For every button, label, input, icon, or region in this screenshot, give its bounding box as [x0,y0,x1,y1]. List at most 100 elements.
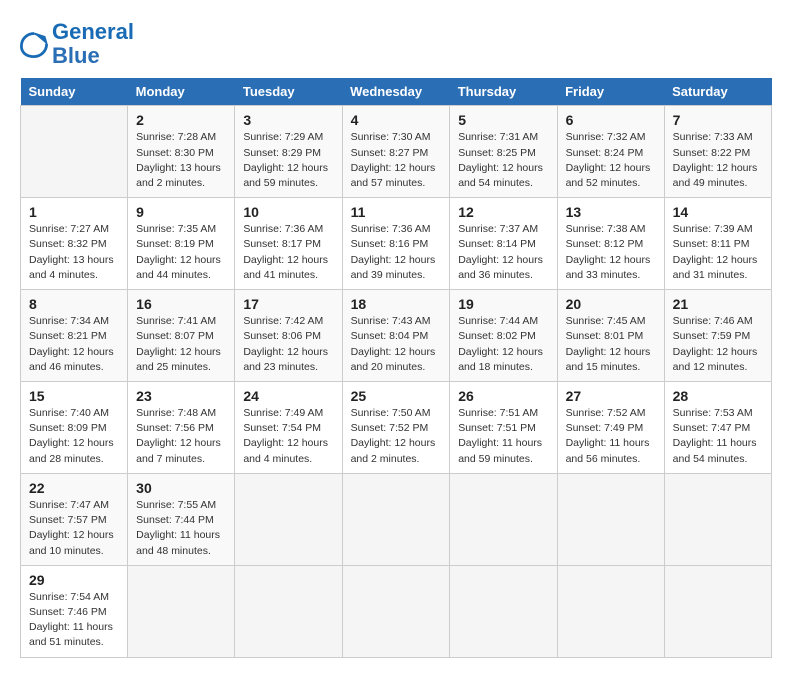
day-number: 14 [673,204,763,220]
calendar-cell: 14 Sunrise: 7:39 AMSunset: 8:11 PMDayligh… [664,198,771,290]
calendar-cell [128,565,235,657]
day-detail: Sunrise: 7:51 AMSunset: 7:51 PMDaylight:… [458,406,548,467]
day-detail: Sunrise: 7:33 AMSunset: 8:22 PMDaylight:… [673,130,763,191]
day-number: 1 [29,204,119,220]
day-number: 24 [243,388,333,404]
day-number: 25 [351,388,442,404]
calendar-cell [664,473,771,565]
calendar-cell: 18Sunrise: 7:43 AMSunset: 8:04 PMDayligh… [342,290,450,382]
weekday-header-thursday: Thursday [450,78,557,106]
day-detail: Sunrise: 7:38 AMSunset: 8:12 PMDaylight:… [566,222,656,283]
day-detail: Sunrise: 7:32 AMSunset: 8:24 PMDaylight:… [566,130,656,191]
calendar-cell [557,565,664,657]
weekday-header-sunday: Sunday [21,78,128,106]
day-number: 26 [458,388,548,404]
logo-icon [20,30,48,58]
logo: GeneralBlue [20,20,134,68]
calendar-cell [450,473,557,565]
weekday-header-tuesday: Tuesday [235,78,342,106]
day-number: 7 [673,112,763,128]
day-detail: Sunrise: 7:36 AMSunset: 8:17 PMDaylight:… [243,222,333,283]
day-detail: Sunrise: 7:52 AMSunset: 7:49 PMDaylight:… [566,406,656,467]
calendar-table: SundayMondayTuesdayWednesdayThursdayFrid… [20,78,772,657]
calendar-cell: 7 Sunrise: 7:33 AMSunset: 8:22 PMDaylight… [664,106,771,198]
day-number: 23 [136,388,226,404]
day-number: 27 [566,388,656,404]
calendar-cell: 6Sunrise: 7:32 AMSunset: 8:24 PMDaylight… [557,106,664,198]
day-number: 11 [351,204,442,220]
day-detail: Sunrise: 7:45 AMSunset: 8:01 PMDaylight:… [566,314,656,375]
day-detail: Sunrise: 7:35 AMSunset: 8:19 PMDaylight:… [136,222,226,283]
calendar-cell [21,106,128,198]
weekday-header-row: SundayMondayTuesdayWednesdayThursdayFrid… [21,78,772,106]
calendar-cell: 29Sunrise: 7:54 AMSunset: 7:46 PMDayligh… [21,565,128,657]
calendar-week-row: 22 Sunrise: 7:47 AMSunset: 7:57 PMDayligh… [21,473,772,565]
day-number: 3 [243,112,333,128]
day-number: 17 [243,296,333,312]
day-number: 2 [136,112,226,128]
day-number: 8 [29,296,119,312]
day-number: 15 [29,388,119,404]
day-detail: Sunrise: 7:41 AMSunset: 8:07 PMDaylight:… [136,314,226,375]
day-detail: Sunrise: 7:47 AMSunset: 7:57 PMDaylight:… [29,498,119,559]
calendar-cell: 15 Sunrise: 7:40 AMSunset: 8:09 PMDayligh… [21,382,128,474]
calendar-cell: 3 Sunrise: 7:29 AMSunset: 8:29 PMDaylight… [235,106,342,198]
calendar-cell: 9 Sunrise: 7:35 AMSunset: 8:19 PMDaylight… [128,198,235,290]
calendar-cell [450,565,557,657]
day-detail: Sunrise: 7:46 AMSunset: 7:59 PMDaylight:… [673,314,763,375]
calendar-cell: 24 Sunrise: 7:49 AMSunset: 7:54 PMDayligh… [235,382,342,474]
weekday-header-monday: Monday [128,78,235,106]
calendar-cell: 16Sunrise: 7:41 AMSunset: 8:07 PMDayligh… [128,290,235,382]
day-detail: Sunrise: 7:37 AMSunset: 8:14 PMDaylight:… [458,222,548,283]
calendar-cell: 17 Sunrise: 7:42 AMSunset: 8:06 PMDayligh… [235,290,342,382]
day-detail: Sunrise: 7:55 AMSunset: 7:44 PMDaylight:… [136,498,226,559]
calendar-cell: 27 Sunrise: 7:52 AMSunset: 7:49 PMDayligh… [557,382,664,474]
day-detail: Sunrise: 7:31 AMSunset: 8:25 PMDaylight:… [458,130,548,191]
day-number: 28 [673,388,763,404]
calendar-cell: 2 Sunrise: 7:28 AMSunset: 8:30 PMDaylight… [128,106,235,198]
day-number: 9 [136,204,226,220]
day-number: 20 [566,296,656,312]
day-number: 10 [243,204,333,220]
calendar-cell: 30 Sunrise: 7:55 AMSunset: 7:44 PMDayligh… [128,473,235,565]
calendar-cell [235,473,342,565]
calendar-cell: 10 Sunrise: 7:36 AMSunset: 8:17 PMDayligh… [235,198,342,290]
calendar-cell: 1 Sunrise: 7:27 AMSunset: 8:32 PMDaylight… [21,198,128,290]
day-detail: Sunrise: 7:44 AMSunset: 8:02 PMDaylight:… [458,314,548,375]
calendar-cell: 25Sunrise: 7:50 AMSunset: 7:52 PMDayligh… [342,382,450,474]
day-detail: Sunrise: 7:40 AMSunset: 8:09 PMDaylight:… [29,406,119,467]
calendar-cell: 26 Sunrise: 7:51 AMSunset: 7:51 PMDayligh… [450,382,557,474]
calendar-cell: 22 Sunrise: 7:47 AMSunset: 7:57 PMDayligh… [21,473,128,565]
calendar-cell: 11 Sunrise: 7:36 AMSunset: 8:16 PMDayligh… [342,198,450,290]
day-detail: Sunrise: 7:30 AMSunset: 8:27 PMDaylight:… [351,130,442,191]
calendar-cell [342,565,450,657]
calendar-week-row: 15 Sunrise: 7:40 AMSunset: 8:09 PMDayligh… [21,382,772,474]
calendar-cell: 19Sunrise: 7:44 AMSunset: 8:02 PMDayligh… [450,290,557,382]
calendar-cell: 8Sunrise: 7:34 AMSunset: 8:21 PMDaylight… [21,290,128,382]
day-number: 21 [673,296,763,312]
weekday-header-saturday: Saturday [664,78,771,106]
day-number: 30 [136,480,226,496]
day-detail: Sunrise: 7:48 AMSunset: 7:56 PMDaylight:… [136,406,226,467]
calendar-cell: 21 Sunrise: 7:46 AMSunset: 7:59 PMDayligh… [664,290,771,382]
day-number: 13 [566,204,656,220]
calendar-cell: 5 Sunrise: 7:31 AMSunset: 8:25 PMDaylight… [450,106,557,198]
day-number: 4 [351,112,442,128]
calendar-week-row: 29Sunrise: 7:54 AMSunset: 7:46 PMDayligh… [21,565,772,657]
day-detail: Sunrise: 7:27 AMSunset: 8:32 PMDaylight:… [29,222,119,283]
day-detail: Sunrise: 7:36 AMSunset: 8:16 PMDaylight:… [351,222,442,283]
calendar-cell [342,473,450,565]
weekday-header-wednesday: Wednesday [342,78,450,106]
day-detail: Sunrise: 7:54 AMSunset: 7:46 PMDaylight:… [29,590,119,651]
day-detail: Sunrise: 7:39 AMSunset: 8:11 PMDaylight:… [673,222,763,283]
day-number: 12 [458,204,548,220]
day-detail: Sunrise: 7:29 AMSunset: 8:29 PMDaylight:… [243,130,333,191]
day-number: 5 [458,112,548,128]
calendar-cell [664,565,771,657]
day-number: 22 [29,480,119,496]
day-detail: Sunrise: 7:28 AMSunset: 8:30 PMDaylight:… [136,130,226,191]
day-detail: Sunrise: 7:49 AMSunset: 7:54 PMDaylight:… [243,406,333,467]
calendar-cell: 13 Sunrise: 7:38 AMSunset: 8:12 PMDayligh… [557,198,664,290]
calendar-cell: 28Sunrise: 7:53 AMSunset: 7:47 PMDayligh… [664,382,771,474]
day-detail: Sunrise: 7:42 AMSunset: 8:06 PMDaylight:… [243,314,333,375]
